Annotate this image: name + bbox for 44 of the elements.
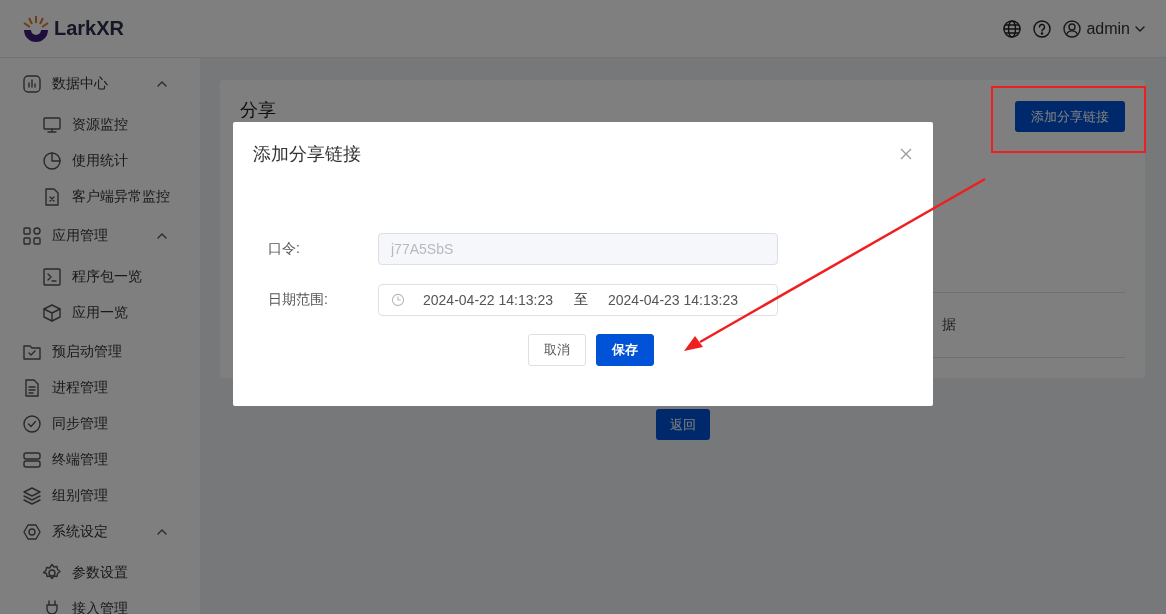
submenu-item[interactable]: 应用一览: [72, 304, 128, 322]
submenu-item[interactable]: 使用统计: [72, 152, 128, 170]
grid-icon: [22, 226, 42, 246]
menu-item[interactable]: 应用管理: [52, 227, 108, 245]
menu-item[interactable]: 同步管理: [52, 415, 108, 433]
terminal-icon: [42, 267, 62, 287]
menu-item[interactable]: 组别管理: [52, 487, 108, 505]
cube-icon: [42, 303, 62, 323]
chart-icon: [22, 74, 42, 94]
back-button[interactable]: 返回: [655, 409, 710, 440]
layers-icon: [22, 486, 42, 506]
table-cell: 据: [942, 316, 956, 334]
folder-icon: [22, 342, 42, 362]
file-icon: [42, 187, 62, 207]
cancel-button[interactable]: 取消: [527, 334, 586, 366]
user-name[interactable]: admin: [1086, 19, 1130, 38]
document-icon: [22, 378, 42, 398]
help-icon[interactable]: [1032, 18, 1053, 39]
user-icon[interactable]: [1062, 18, 1083, 39]
date-range-field[interactable]: 2024-04-22 14:13:23 至 2024-04-23 14:13:23: [378, 284, 778, 316]
submenu-item[interactable]: 客户端异常监控: [72, 188, 170, 206]
submenu-item[interactable]: 程序包一览: [72, 268, 142, 286]
server-icon: [22, 450, 42, 470]
dialog-title: 添加分享链接: [253, 143, 361, 166]
submenu-item[interactable]: 资源监控: [72, 116, 128, 134]
field-label: 口令:: [268, 240, 301, 258]
submenu-item[interactable]: 参数设置: [72, 564, 128, 582]
menu-item[interactable]: 预启动管理: [52, 343, 122, 361]
check-circle-icon: [22, 414, 42, 434]
page-title: 分享: [240, 101, 276, 120]
field-label: 日期范围:: [268, 291, 329, 309]
add-share-link-button[interactable]: 添加分享链接: [1015, 101, 1125, 132]
menu-item[interactable]: 终端管理: [52, 451, 108, 469]
hexagon-icon: [22, 522, 42, 542]
menu-item[interactable]: 系统设定: [52, 523, 108, 541]
logo-text: LarkXR: [54, 17, 125, 40]
menu-item[interactable]: 数据中心: [52, 75, 108, 93]
pie-chart-icon: [42, 151, 62, 171]
clock-icon: [391, 293, 405, 307]
monitor-icon: [42, 115, 62, 135]
save-button[interactable]: 保存: [595, 334, 654, 366]
globe-icon[interactable]: [1002, 18, 1023, 39]
menu-item[interactable]: 进程管理: [52, 379, 108, 397]
close-icon[interactable]: [899, 147, 913, 161]
